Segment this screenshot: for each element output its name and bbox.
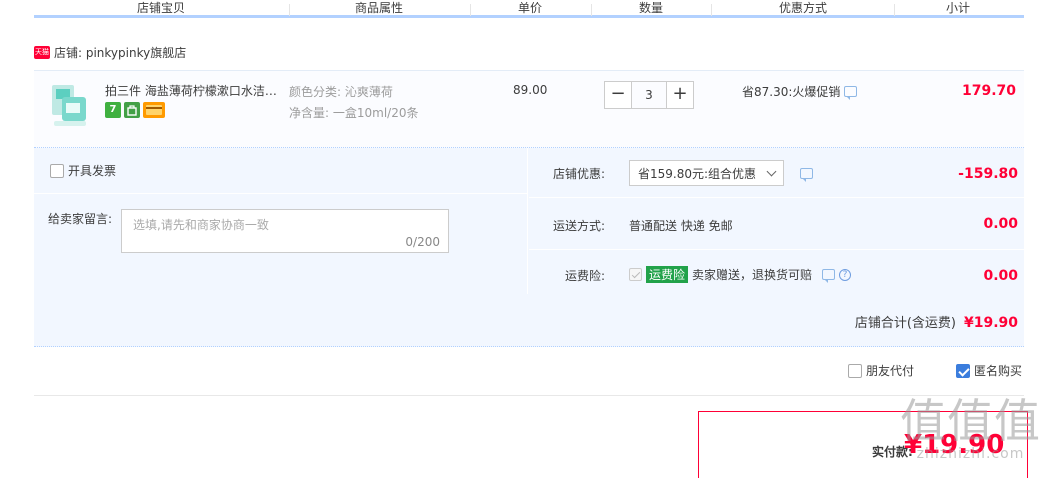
- shopping-bag-icon[interactable]: [124, 102, 140, 118]
- quantity-minus-button[interactable]: −: [604, 81, 632, 109]
- shipping-amount: 0.00: [983, 216, 1018, 232]
- seven-day-return-icon[interactable]: 7: [105, 102, 121, 118]
- insurance-label: 运费险:: [565, 269, 606, 283]
- memo-placeholder: 选填,请先和商家协商一致: [133, 218, 269, 232]
- shop-discount-value: 省159.80元:组合优惠: [638, 166, 757, 181]
- invoice-label: 开具发票: [68, 164, 117, 178]
- order-left-pane: 开具发票 给卖家留言: 选填,请先和商家协商一致 0/200: [34, 148, 528, 294]
- help-icon[interactable]: ?: [839, 268, 852, 281]
- quantity-stepper: − 3 +: [604, 81, 694, 109]
- tmall-icon: 天猫: [34, 46, 50, 59]
- shop-discount-select[interactable]: 省159.80元:组合优惠: [629, 160, 785, 186]
- seller-memo-textarea[interactable]: 选填,请先和商家协商一致 0/200: [121, 209, 449, 253]
- shipping-row: 运送方式: 普通配送 快递 免邮 0.00: [529, 198, 1024, 250]
- insurance-row: 运费险: 运费险 卖家赠送，退换货可赔 ? 0.00: [529, 250, 1024, 294]
- shop-discount-control: 省159.80元:组合优惠: [629, 160, 814, 186]
- shop-total-value: ¥19.90: [963, 315, 1018, 331]
- col-divider: [470, 4, 471, 16]
- credit-card-icon[interactable]: [143, 102, 165, 118]
- discount-chat-icon[interactable]: [800, 167, 814, 182]
- divider: [34, 395, 1024, 396]
- invoice-row: 开具发票: [34, 148, 528, 194]
- invoice-option[interactable]: 开具发票: [50, 162, 116, 179]
- col-quantity: 数量: [639, 1, 664, 15]
- promo-chat-icon[interactable]: [844, 86, 858, 100]
- anonymous-checkbox[interactable]: [956, 363, 970, 378]
- invoice-checkbox[interactable]: [50, 163, 64, 178]
- col-unit-price: 单价: [518, 1, 543, 15]
- order-item-row: 拍三件 海盐薄荷柠檬漱口水洁… 7 颜色分类: 沁爽薄荷 净含量: 一盒10ml…: [34, 70, 1024, 148]
- col-divider: [289, 4, 290, 16]
- col-subtotal: 小计: [946, 1, 971, 15]
- shop-name-link[interactable]: 店铺: pinkypinky旗舰店: [54, 44, 186, 61]
- shop-discount-label: 店铺优惠:: [553, 167, 606, 181]
- payment-amount: ¥19.90: [904, 430, 1005, 460]
- chevron-down-icon: [766, 166, 777, 176]
- col-divider: [711, 4, 712, 16]
- friend-pay-label: 朋友代付: [866, 364, 915, 378]
- col-divider: [591, 4, 592, 16]
- item-subtotal: 179.70: [961, 83, 1016, 99]
- anonymous-option[interactable]: 匿名购买: [956, 362, 1022, 379]
- quantity-input[interactable]: 3: [632, 81, 666, 109]
- product-tags: 7: [105, 102, 165, 118]
- insurance-text: 卖家赠送，退换货可赔: [692, 268, 813, 282]
- insurance-badge: 运费险: [646, 266, 689, 283]
- friend-pay-option[interactable]: 朋友代付: [848, 362, 914, 379]
- payment-summary: 实付款: ¥19.90: [698, 411, 1028, 478]
- item-promotion: 省87.30:火爆促销: [742, 83, 858, 100]
- col-discount: 优惠方式: [779, 1, 828, 15]
- insurance-detail: 运费险 卖家赠送，退换货可赔 ?: [629, 266, 852, 283]
- shop-total-label: 店铺合计(含运费): [854, 316, 956, 331]
- product-title-link[interactable]: 拍三件 海盐薄荷柠檬漱口水洁…: [105, 82, 280, 99]
- insurance-chat-icon[interactable]: [822, 269, 836, 283]
- shop-header: 天猫 店铺: pinkypinky旗舰店: [34, 44, 186, 61]
- attr-content: 净含量: 一盒10ml/20条: [289, 106, 419, 120]
- col-divider: [894, 4, 895, 16]
- insurance-checkbox: [629, 268, 642, 281]
- attr-color: 颜色分类: 沁爽薄荷: [289, 85, 393, 99]
- shipping-method: 普通配送 快递 免邮: [629, 219, 733, 233]
- shipping-label: 运送方式:: [553, 219, 606, 233]
- quantity-plus-button[interactable]: +: [666, 81, 694, 109]
- col-shop-item: 店铺宝贝: [137, 1, 186, 15]
- shop-discount-row: 店铺优惠: 省159.80元:组合优惠 -159.80: [529, 148, 1024, 198]
- promo-text: 省87.30:火爆促销: [742, 85, 841, 99]
- memo-label: 给卖家留言:: [48, 212, 113, 226]
- insurance-amount: 0.00: [983, 268, 1018, 284]
- shop-discount-amount: -159.80: [958, 166, 1018, 182]
- anonymous-label: 匿名购买: [974, 364, 1023, 378]
- column-header-bar: 店铺宝贝 商品属性 单价 数量 优惠方式 小计: [34, 0, 1024, 18]
- order-options-panel: 开具发票 给卖家留言: 选填,请先和商家协商一致 0/200 店铺优惠: 省15…: [34, 148, 1024, 347]
- unit-price: 89.00: [513, 83, 548, 97]
- product-thumbnail[interactable]: [48, 83, 90, 129]
- shop-total: 店铺合计(含运费) ¥19.90: [855, 312, 1018, 331]
- order-right-pane: 店铺优惠: 省159.80元:组合优惠 -159.80 运送方式: 普通配送 快…: [529, 148, 1024, 294]
- memo-char-count: 0/200: [405, 235, 440, 249]
- friend-pay-checkbox[interactable]: [848, 363, 862, 378]
- col-attributes: 商品属性: [355, 1, 404, 15]
